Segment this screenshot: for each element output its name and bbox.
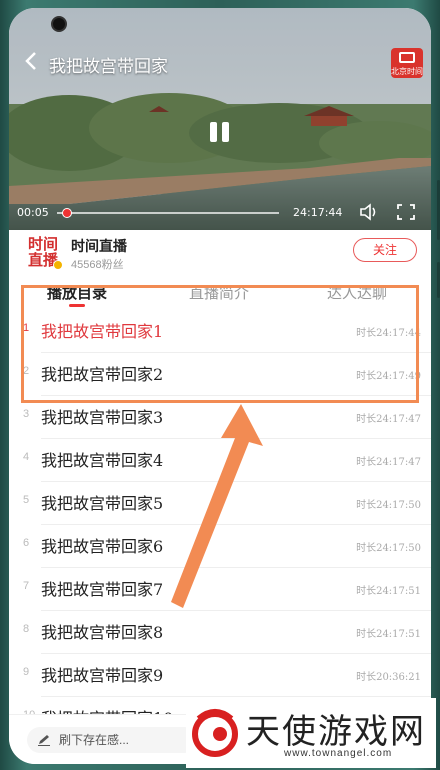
episode-duration: 时长20:36:21	[356, 672, 421, 683]
watermark: 天使游戏网 www.townangel.com	[186, 698, 436, 768]
follow-button[interactable]: 关注	[353, 238, 417, 262]
fullscreen-icon[interactable]	[397, 204, 415, 220]
watermark-text: 天使游戏网	[246, 712, 426, 752]
verified-icon	[53, 260, 63, 270]
progress-knob[interactable]	[61, 208, 72, 218]
pen-icon	[38, 735, 50, 746]
episode-duration: 时长24:17:50	[356, 543, 421, 554]
tv-icon	[399, 52, 415, 63]
total-time: 24:17:44	[293, 206, 343, 219]
video-top-nav: 我把故宫带回家 北京时间	[9, 48, 431, 78]
channel-info: 时间直播 时间直播 45568粉丝 关注	[9, 230, 431, 276]
channel-avatar[interactable]: 时间直播	[25, 236, 63, 270]
app-screen: 我把故宫带回家 北京时间 00:05 24:17:44 时间直播 时间直播 45…	[9, 8, 431, 764]
watermark-url: www.townangel.com	[284, 748, 393, 759]
episode-duration: 时长24:17:51	[356, 629, 421, 640]
episode-number: 9	[23, 666, 30, 678]
episode-number: 7	[23, 580, 30, 592]
chevron-left-icon	[25, 52, 36, 70]
phone-frame: 我把故宫带回家 北京时间 00:05 24:17:44 时间直播 时间直播 45…	[0, 0, 440, 770]
episode-duration: 时长24:17:50	[356, 500, 421, 511]
episode-duration: 时长24:17:47	[356, 457, 421, 468]
watermark-logo-icon	[192, 709, 238, 757]
player-controls: 00:05 24:17:44	[9, 201, 431, 225]
channel-fans: 45568粉丝	[71, 259, 124, 271]
episode-number: 5	[23, 494, 30, 506]
episode-number: 4	[23, 451, 30, 463]
arrow-annotation	[171, 404, 263, 608]
pause-icon	[210, 122, 217, 142]
episode-row[interactable]: 8 我把故宫带回家8 时长24:17:51	[9, 611, 431, 654]
video-title: 我把故宫带回家	[49, 57, 168, 77]
episode-title: 我把故宫带回家6	[41, 537, 164, 556]
episode-title: 我把故宫带回家4	[41, 451, 164, 470]
episode-title: 我把故宫带回家3	[41, 408, 164, 427]
channel-logo: 北京时间	[391, 48, 423, 78]
volume-icon[interactable]	[359, 203, 379, 221]
comment-placeholder: 刷下存在感...	[59, 733, 130, 747]
episode-number: 6	[23, 537, 30, 549]
episode-title: 我把故宫带回家8	[41, 623, 164, 642]
video-player[interactable]: 我把故宫带回家 北京时间 00:05 24:17:44	[9, 8, 431, 230]
episode-duration: 时长24:17:47	[356, 414, 421, 425]
comment-input[interactable]: 刷下存在感...	[27, 727, 197, 753]
progress-bar[interactable]	[57, 208, 279, 218]
pause-button[interactable]	[205, 118, 235, 148]
back-button[interactable]	[21, 50, 47, 76]
episode-row[interactable]: 9 我把故宫带回家9 时长20:36:21	[9, 654, 431, 697]
channel-logo-text: 北京时间	[391, 67, 423, 76]
episode-number: 8	[23, 623, 30, 635]
current-time: 00:05	[17, 206, 49, 219]
highlight-box	[21, 285, 419, 403]
pause-icon-bar	[222, 122, 229, 142]
episode-title: 我把故宫带回家9	[41, 666, 164, 685]
episode-title: 我把故宫带回家5	[41, 494, 164, 513]
front-camera	[51, 16, 67, 32]
channel-name[interactable]: 时间直播	[71, 236, 127, 256]
episode-number: 3	[23, 408, 30, 420]
episode-title: 我把故宫带回家7	[41, 580, 164, 599]
episode-duration: 时长24:17:51	[356, 586, 421, 597]
